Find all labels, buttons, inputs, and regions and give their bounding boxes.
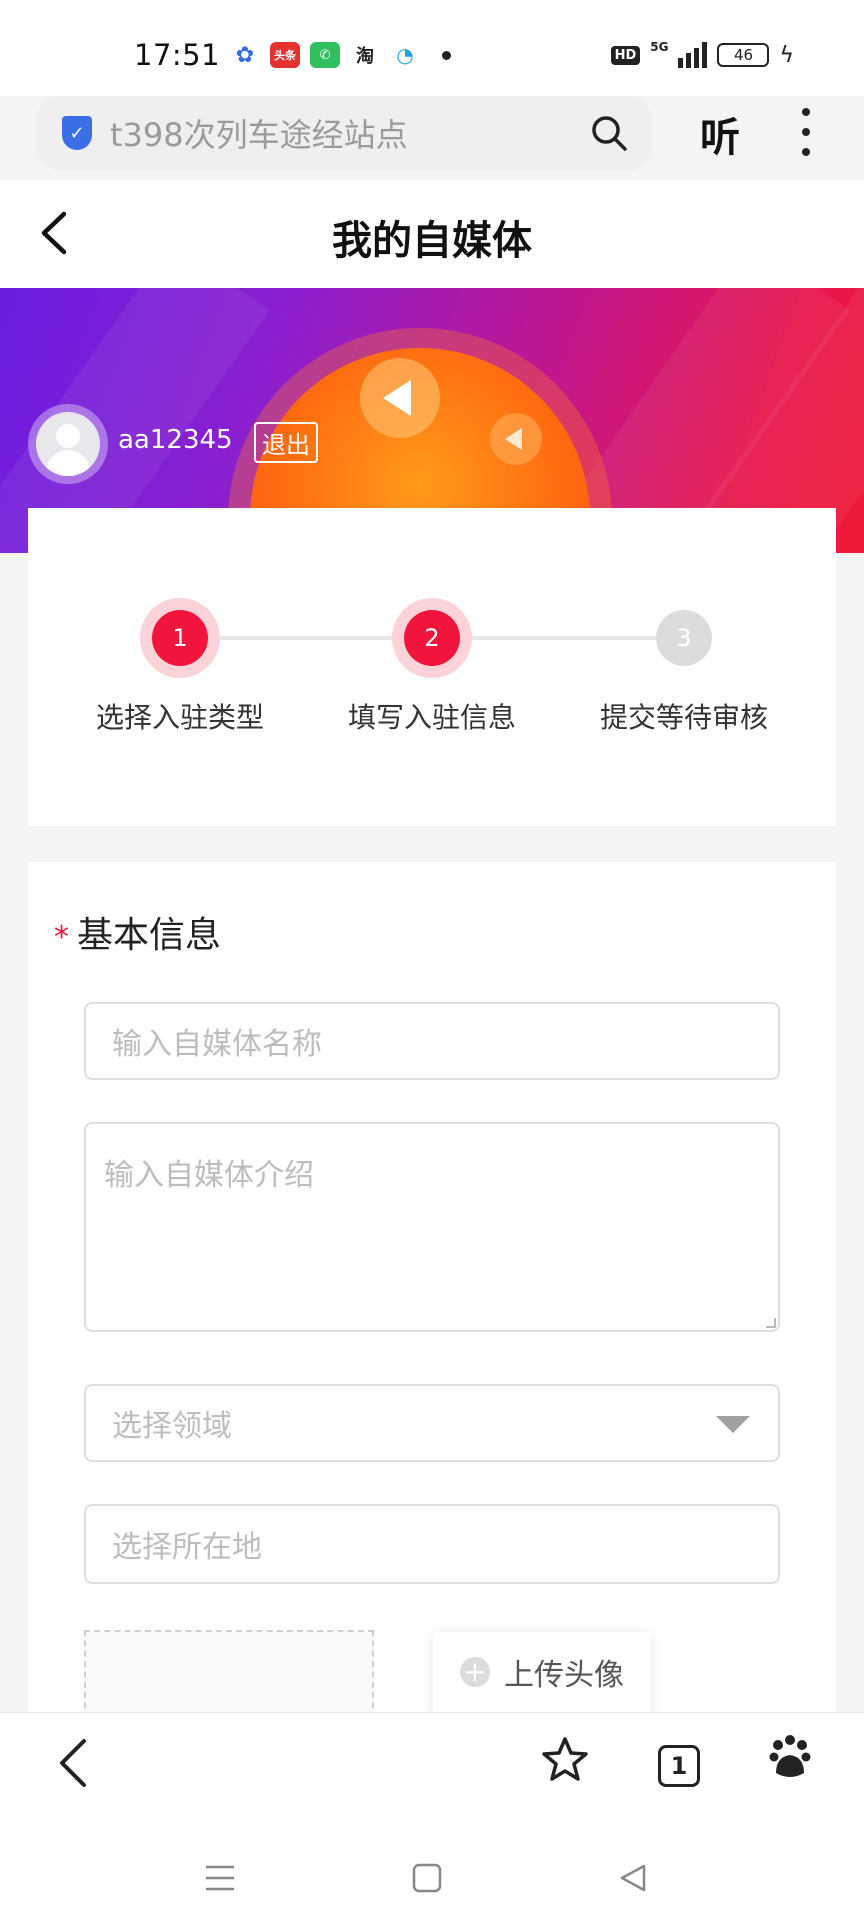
basic-info-form: * 基本信息 输入自媒体名称 输入自媒体介绍 选择领域 选择所在地 + 上传头像 bbox=[28, 862, 836, 1750]
taobao-app-icon: 淘 bbox=[350, 42, 380, 68]
search-query: t398次列车途经站点 bbox=[110, 116, 408, 154]
avatar[interactable] bbox=[28, 404, 108, 484]
media-name-placeholder: 输入自媒体名称 bbox=[112, 1027, 322, 1062]
search-icon[interactable] bbox=[590, 114, 628, 152]
step-number: 1 bbox=[152, 610, 208, 666]
network-type: 5G bbox=[650, 40, 669, 54]
more-menu-icon[interactable] bbox=[800, 108, 812, 156]
media-intro-placeholder: 输入自媒体介绍 bbox=[104, 1158, 314, 1193]
domain-select[interactable]: 选择领域 bbox=[84, 1384, 780, 1462]
system-menu-icon[interactable] bbox=[204, 1863, 236, 1893]
upload-avatar-button[interactable]: + 上传头像 bbox=[433, 1632, 651, 1712]
notification-dot-icon bbox=[442, 50, 451, 60]
resize-handle-icon[interactable] bbox=[766, 1318, 776, 1328]
required-mark: * bbox=[54, 920, 69, 955]
page-header: 我的自媒体 bbox=[0, 180, 864, 288]
play-icon bbox=[360, 358, 440, 438]
step-label: 选择入驻类型 bbox=[95, 701, 264, 734]
phone-app-icon: ✆ bbox=[310, 42, 340, 68]
step-number: 2 bbox=[404, 610, 460, 666]
location-select-placeholder: 选择所在地 bbox=[112, 1530, 262, 1565]
baidu-app-icon: ✿ bbox=[230, 42, 260, 68]
domain-select-placeholder: 选择领域 bbox=[112, 1409, 232, 1444]
step-1: 1 选择入驻类型 bbox=[55, 598, 305, 736]
media-intro-textarea[interactable]: 输入自媒体介绍 bbox=[84, 1122, 780, 1332]
dropdown-arrow-icon bbox=[716, 1416, 750, 1433]
chat-app-icon: ◔ bbox=[390, 42, 420, 68]
hd-icon: HD bbox=[610, 45, 641, 65]
step-label: 提交等待审核 bbox=[599, 701, 768, 734]
location-select[interactable]: 选择所在地 bbox=[84, 1504, 780, 1584]
step-number: 3 bbox=[656, 610, 712, 666]
system-back-icon[interactable] bbox=[618, 1863, 648, 1893]
status-bar: 17:51 ✿ 头条 ✆ 淘 ◔ HD 5G 46 ϟ bbox=[0, 0, 864, 96]
signal-icon bbox=[678, 42, 708, 68]
default-user-icon bbox=[36, 412, 100, 476]
tabs-count-button[interactable]: 1 bbox=[658, 1745, 700, 1787]
status-indicators: HD 5G 46 ϟ bbox=[610, 40, 794, 68]
section-title: * 基本信息 bbox=[54, 915, 222, 956]
plus-icon: + bbox=[460, 1657, 490, 1687]
battery-icon: 46 bbox=[717, 43, 770, 67]
browser-bottom-bar: 1 bbox=[0, 1712, 864, 1920]
browser-back-icon[interactable] bbox=[56, 1737, 90, 1789]
toutiao-app-icon: 头条 bbox=[270, 42, 300, 68]
media-name-input[interactable]: 输入自媒体名称 bbox=[84, 1002, 780, 1080]
security-shield-icon: ✓ bbox=[62, 116, 92, 150]
logout-button[interactable]: 退出 bbox=[254, 422, 318, 463]
bookmark-star-icon[interactable] bbox=[540, 1735, 590, 1785]
step-label: 填写入驻信息 bbox=[347, 701, 516, 734]
upload-avatar-label: 上传头像 bbox=[504, 1658, 624, 1693]
status-app-icons: ✿ 头条 ✆ 淘 ◔ bbox=[230, 42, 451, 68]
step-3: 3 提交等待审核 bbox=[559, 598, 809, 736]
steps-card: 1 选择入驻类型 2 填写入驻信息 3 提交等待审核 bbox=[28, 508, 836, 826]
play-icon-small bbox=[490, 413, 542, 465]
listen-button[interactable]: 听 bbox=[700, 105, 740, 163]
address-search-bar[interactable]: ✓ t398次列车途经站点 bbox=[36, 96, 652, 170]
status-time: 17:51 bbox=[134, 38, 221, 72]
step-2: 2 填写入驻信息 bbox=[307, 598, 557, 736]
username: aa12345 bbox=[118, 425, 233, 455]
baidu-paw-icon[interactable] bbox=[768, 1733, 812, 1781]
system-home-icon[interactable] bbox=[412, 1863, 442, 1893]
page-title: 我的自媒体 bbox=[332, 218, 532, 264]
charging-icon: ϟ bbox=[779, 42, 794, 68]
